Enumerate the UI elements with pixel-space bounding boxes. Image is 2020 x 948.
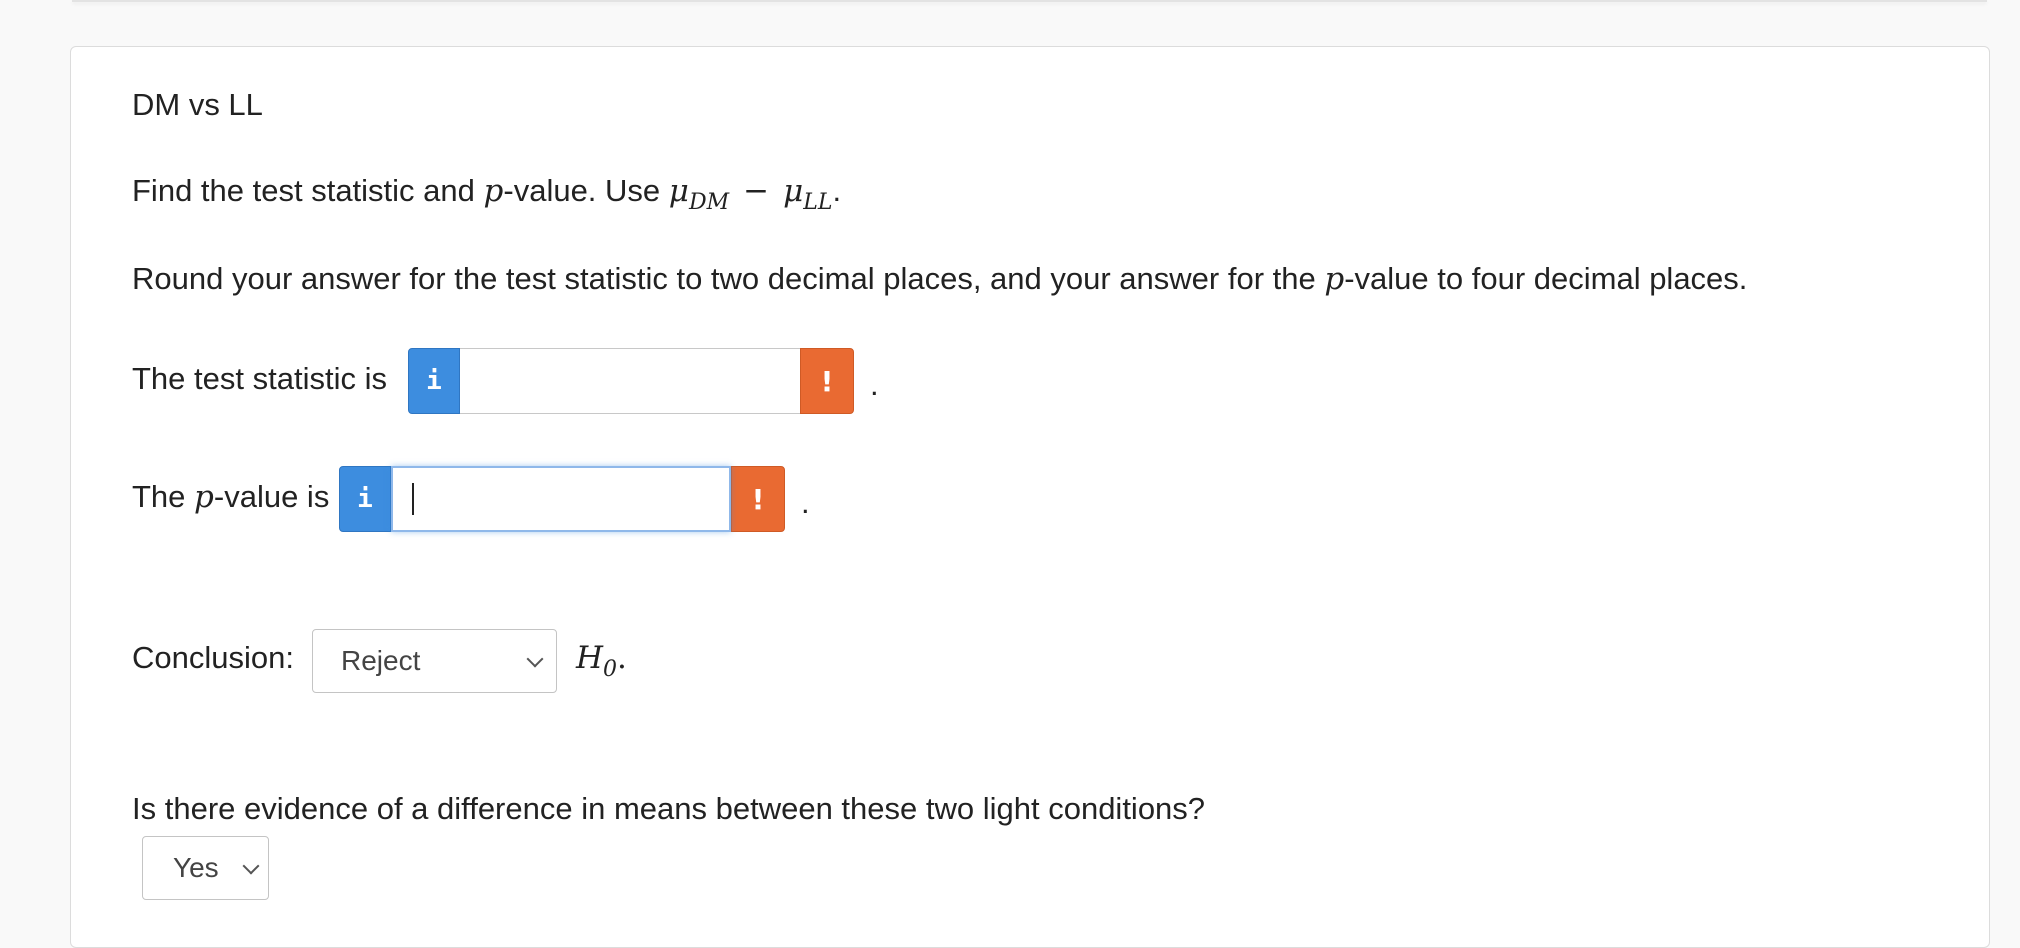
question-card: DM vs LL Find the test statistic and p-v…	[70, 46, 1990, 948]
minus-sign: −	[743, 173, 770, 209]
prompt-prefix: Find the test statistic and	[132, 173, 484, 208]
test-statistic-label: The test statistic is	[132, 361, 387, 396]
chevron-down-icon	[242, 857, 260, 875]
evidence-selected-value: Yes	[173, 852, 219, 883]
prompt-period: .	[832, 173, 842, 208]
chevron-down-icon	[526, 650, 544, 668]
warning-icon[interactable]: !	[731, 466, 785, 532]
test-statistic-input-group: i !	[408, 348, 854, 414]
warning-icon[interactable]: !	[800, 348, 854, 414]
rounding-instruction: Round your answer for the test statistic…	[132, 261, 1748, 297]
conclusion-label: Conclusion:	[132, 640, 294, 675]
evidence-select[interactable]: Yes	[142, 836, 269, 900]
mu-ll-symbol: μLL	[783, 173, 833, 215]
evidence-question: Is there evidence of a difference in mea…	[132, 791, 1206, 826]
info-icon[interactable]: i	[408, 348, 460, 414]
p-value-input[interactable]	[391, 466, 731, 532]
test-statistic-input[interactable]	[460, 348, 800, 414]
h0-symbol: H0.	[576, 640, 627, 682]
conclusion-selected-value: Reject	[341, 645, 421, 676]
p-value-input-group: i !	[339, 466, 785, 532]
conclusion-select[interactable]: Reject	[312, 629, 557, 693]
p-value-field-wrap	[391, 466, 731, 532]
info-icon[interactable]: i	[339, 466, 391, 532]
p-value-label: The p-value is	[132, 479, 330, 515]
test-statistic-period: .	[870, 367, 879, 402]
prompt-mid: -value. Use	[503, 173, 669, 208]
p-value-period: .	[801, 485, 810, 520]
question-prompt: Find the test statistic and p-value. Use…	[132, 171, 841, 215]
question-title: DM vs LL	[132, 87, 263, 122]
text-caret	[412, 483, 414, 515]
p-symbol: p	[483, 173, 504, 209]
mu-dm-symbol: μDM	[668, 173, 730, 215]
previous-card-edge	[72, 0, 1987, 2]
